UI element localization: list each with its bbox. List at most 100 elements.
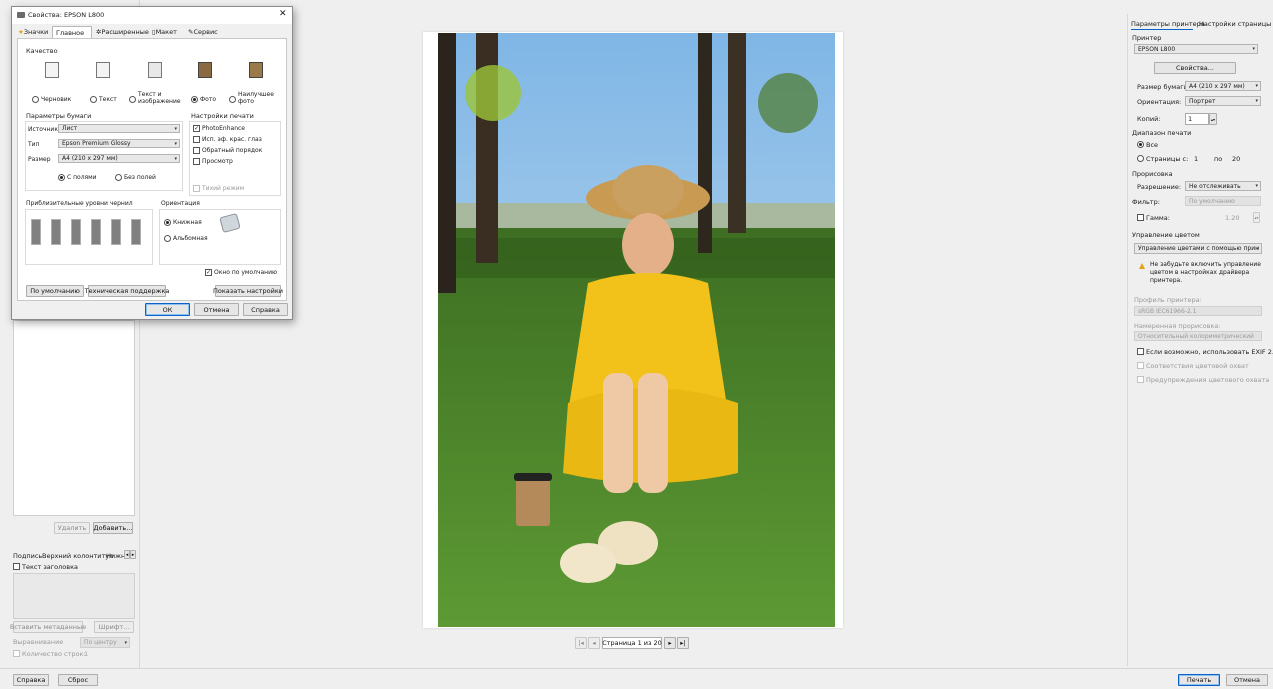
size-label: Размер	[28, 156, 51, 163]
last-page-button[interactable]: ▸|	[677, 637, 689, 649]
tab-main[interactable]: Главное	[52, 26, 92, 38]
border-on-radio[interactable]	[58, 174, 65, 181]
cancel-main-button[interactable]: Отмена	[1226, 674, 1268, 686]
insert-metadata-button[interactable]: Вставить метаданные	[10, 621, 86, 633]
range-label: Диапазон печати	[1132, 129, 1192, 137]
reset-button[interactable]: Сброс	[58, 674, 98, 686]
source-label: Источник	[28, 126, 58, 133]
quiet-mode-checkbox[interactable]	[193, 185, 200, 192]
tab-page-setup[interactable]: Настройки страницы	[1199, 20, 1271, 28]
exif-checkbox[interactable]	[1137, 348, 1144, 355]
cancel-button[interactable]: Отмена	[194, 303, 239, 316]
copies-stepper[interactable]: ▴▾	[1209, 113, 1217, 125]
align-select[interactable]: По центру ▾	[80, 637, 130, 648]
tab-printer-params[interactable]: Параметры принтера	[1131, 20, 1205, 28]
resolution-select[interactable]: Не отслеживать ▾	[1185, 181, 1261, 191]
quality-draft-label: Черновик	[41, 96, 72, 103]
font-button[interactable]: Шрифт...	[94, 621, 134, 633]
copies-input[interactable]: 1	[1185, 113, 1209, 125]
tab-header[interactable]: Верхний колонтитул	[42, 552, 113, 560]
tab-shortcuts[interactable]: ★Значки	[18, 28, 48, 36]
tab-scroll-right-button[interactable]: ▸	[130, 550, 136, 559]
profile-select[interactable]: sRGB IEC61966-2.1	[1134, 306, 1262, 316]
printer-properties-button[interactable]: Свойства...	[1154, 62, 1236, 74]
ok-button[interactable]: ОК	[145, 303, 190, 316]
show-settings-button[interactable]: Показать настройки	[213, 285, 283, 297]
add-button[interactable]: Добавить...	[93, 522, 133, 534]
range-to[interactable]: 20	[1232, 155, 1240, 163]
photo-preview	[438, 33, 835, 627]
portrait-radio[interactable]	[164, 219, 171, 226]
gamut-warn-label: Предупреждения цветового охвата	[1146, 376, 1270, 384]
header-text-checkbox[interactable]	[13, 563, 20, 570]
quality-draft-radio[interactable]	[32, 96, 39, 103]
best-photo-icon	[249, 62, 263, 78]
always-show-checkbox[interactable]: ✓	[205, 269, 212, 276]
quality-text-image-radio[interactable]	[129, 96, 136, 103]
tab-advanced[interactable]: ✲Расширенные	[96, 28, 149, 36]
gamma-value[interactable]: 1.20	[1225, 214, 1239, 222]
tab-main-label: Главное	[56, 29, 85, 37]
help-dialog-button[interactable]: Справка	[243, 303, 288, 316]
delete-button[interactable]: Удалить	[54, 522, 90, 534]
filter-select[interactable]: По умолчанию	[1185, 196, 1261, 206]
reverse-order-checkbox[interactable]	[193, 147, 200, 154]
header-text-label: Текст заголовка	[22, 563, 79, 571]
lines-checkbox[interactable]	[13, 650, 20, 657]
tab-service[interactable]: ✎Сервис	[188, 28, 218, 36]
preview-checkbox[interactable]	[193, 158, 200, 165]
defaults-button[interactable]: По умолчанию	[26, 285, 84, 297]
range-to-label: по	[1214, 155, 1223, 163]
color-warning-text: Не забудьте включить управление цветом в…	[1150, 261, 1261, 284]
quality-best-photo-radio[interactable]	[229, 96, 236, 103]
tab-caption[interactable]: Подпись	[13, 552, 42, 560]
quality-text-radio[interactable]	[90, 96, 97, 103]
reverse-order-label: Обратный порядок	[202, 147, 263, 154]
ink-bar	[71, 219, 81, 245]
close-icon[interactable]: ✕	[279, 9, 287, 19]
range-pages-radio[interactable]	[1137, 155, 1144, 162]
quiet-mode-label: Тихий режим	[202, 185, 245, 192]
range-from[interactable]: 1	[1194, 155, 1198, 163]
dialog-title: Свойства: EPSON L800	[28, 11, 105, 19]
type-select[interactable]: Epson Premium Glossy ▾	[58, 139, 180, 148]
orientation-label: Ориентация	[161, 200, 200, 207]
color-mgmt-label: Управление цветом	[1132, 231, 1200, 239]
border-off-radio[interactable]	[115, 174, 122, 181]
ink-bar	[91, 219, 101, 245]
intent-select[interactable]: Относительный колориметрический	[1134, 331, 1262, 341]
template-list[interactable]	[13, 320, 135, 516]
warning-icon	[1139, 263, 1145, 269]
printer-select[interactable]: EPSON L800 ▾	[1134, 44, 1258, 54]
color-mgmt-select[interactable]: Управление цветами с помощью прин ▾	[1134, 243, 1262, 254]
next-page-button[interactable]: ▸	[664, 637, 676, 649]
help-button[interactable]: Справка	[13, 674, 49, 686]
paper-size-select[interactable]: A4 (210 x 297 мм) ▾	[1185, 81, 1261, 91]
prev-page-button[interactable]: ◂	[588, 637, 600, 649]
header-text-area[interactable]	[13, 573, 135, 619]
print-button[interactable]: Печать	[1178, 674, 1220, 686]
source-select[interactable]: Лист ▾	[58, 124, 180, 133]
redeye-checkbox[interactable]	[193, 136, 200, 143]
support-button[interactable]: Техническая поддержка	[85, 285, 169, 297]
tab-footer[interactable]: Нижн	[106, 552, 125, 560]
align-label: Выравнивание	[13, 638, 64, 646]
lines-value[interactable]: 1	[84, 650, 88, 658]
quality-photo-label: Фото	[200, 96, 217, 103]
first-page-button[interactable]: |◂	[575, 637, 587, 649]
properties-dialog: Свойства: EPSON L800 ✕ ★Значки Главное ✲…	[11, 6, 293, 320]
photoenhance-checkbox[interactable]: ✓	[193, 125, 200, 132]
range-all-radio[interactable]	[1137, 141, 1144, 148]
dialog-titlebar: Свойства: EPSON L800 ✕	[12, 7, 292, 24]
quality-photo-radio[interactable]	[191, 96, 198, 103]
gamut-checkbox[interactable]	[1137, 362, 1144, 369]
landscape-radio[interactable]	[164, 235, 171, 242]
gamma-checkbox[interactable]	[1137, 214, 1144, 221]
gamut-warn-checkbox[interactable]	[1137, 376, 1144, 383]
tab-layout[interactable]: ▯Макет	[152, 28, 177, 36]
gamma-stepper[interactable]: ▴▾	[1253, 212, 1260, 223]
ink-bar	[31, 219, 41, 245]
orientation-select[interactable]: Портрет ▾	[1185, 96, 1261, 106]
gamma-label: Гамма:	[1146, 214, 1170, 222]
size-select[interactable]: A4 (210 x 297 мм) ▾	[58, 154, 180, 163]
